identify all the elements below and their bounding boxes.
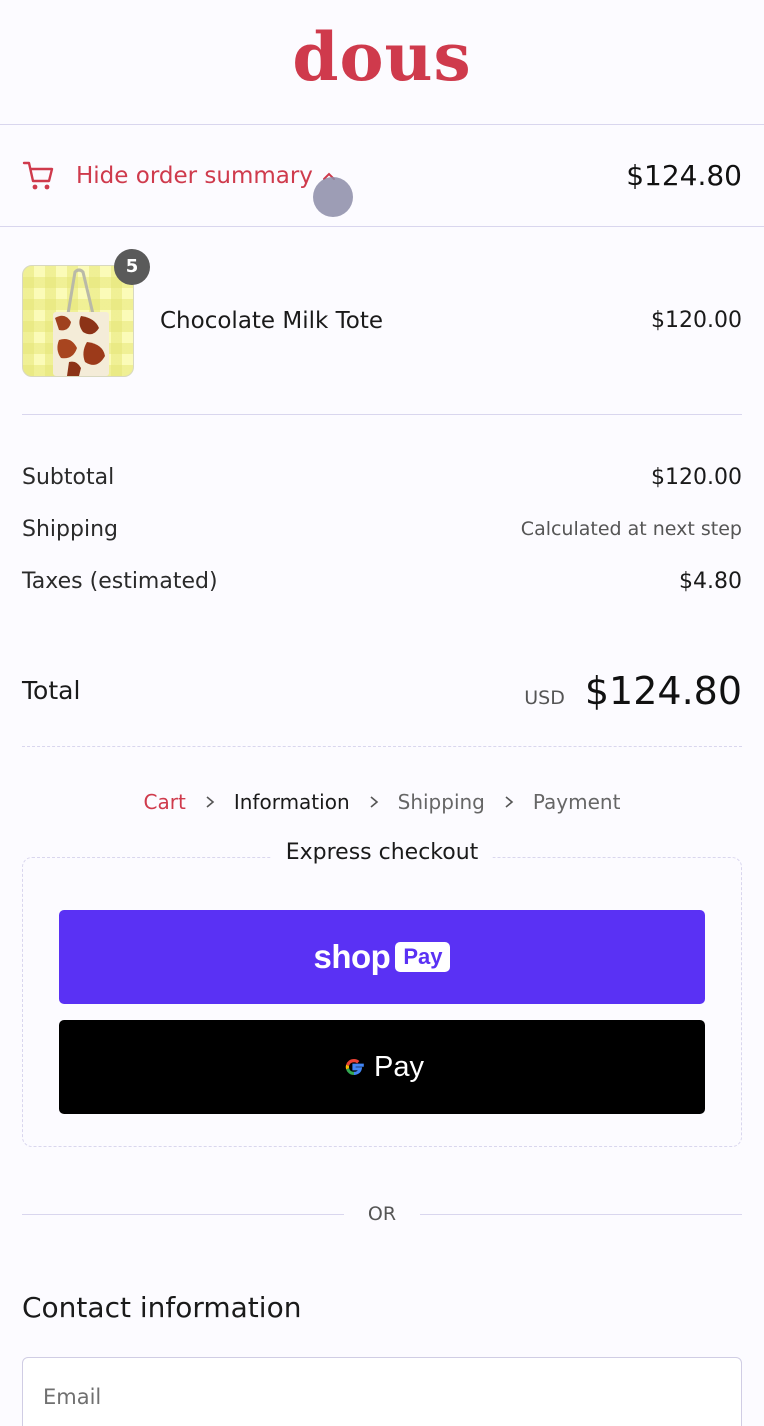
shipping-label: Shipping (22, 516, 118, 542)
product-name: Chocolate Milk Tote (160, 307, 384, 334)
total-amount: $124.80 (584, 668, 742, 713)
shipping-value: Calculated at next step (520, 518, 742, 540)
cart-icon (22, 161, 54, 189)
hide-order-summary-button[interactable]: Hide order summary (22, 159, 337, 193)
cursor-indicator (313, 177, 353, 217)
taxes-value: $4.80 (679, 568, 742, 594)
total-row: Total USD $124.80 (22, 607, 742, 747)
google-g-icon (345, 1058, 364, 1075)
or-divider: OR (22, 1147, 743, 1281)
contact-information-heading: Contact information (22, 1290, 302, 1324)
product-thumbnail-wrap: 5 (22, 248, 150, 377)
total-label: Total (22, 676, 81, 705)
express-checkout-title: Express checkout (271, 840, 493, 865)
product-thumbnail (22, 264, 134, 377)
tote-bag-image (53, 268, 109, 376)
subtotal-row: Subtotal $120.00 (22, 451, 742, 503)
cost-breakdown: Subtotal $120.00 Shipping Calculated at … (22, 415, 742, 607)
chevron-right-icon (206, 796, 215, 808)
taxes-row: Taxes (estimated) $4.80 (22, 555, 742, 607)
total-amount-group: USD $124.80 (524, 669, 742, 713)
email-field[interactable] (22, 1357, 742, 1426)
chevron-right-icon (370, 796, 378, 808)
currency-code: USD (524, 686, 565, 709)
taxes-label: Taxes (estimated) (22, 568, 218, 594)
line-item: 5 Chocolate Milk Tote $120.00 (22, 227, 742, 415)
google-pay-button[interactable]: Pay (59, 1020, 705, 1114)
or-text: OR (367, 1203, 397, 1225)
express-checkout: Express checkout shop Pay Pay (22, 840, 742, 1147)
quantity-badge: 5 (114, 248, 150, 285)
google-pay-label: Pay (374, 1050, 424, 1083)
toggle-label: Hide order summary (76, 162, 313, 189)
chevron-right-icon (505, 796, 514, 808)
divider-line (22, 1213, 344, 1215)
brand-logo[interactable]: dous (292, 24, 471, 90)
breadcrumb-information: Information (233, 790, 350, 814)
breadcrumb-cart[interactable]: Cart (144, 790, 186, 814)
shop-pay-badge: Pay (395, 942, 451, 972)
breadcrumb-shipping: Shipping (397, 790, 485, 814)
shop-pay-logo: shop (313, 938, 391, 975)
header: dous (0, 0, 764, 125)
subtotal-value: $120.00 (651, 464, 742, 490)
order-summary-toggle[interactable]: Hide order summary $124.80 (0, 125, 764, 227)
breadcrumb-payment: Payment (532, 790, 621, 814)
shop-pay-button[interactable]: shop Pay (59, 910, 705, 1004)
product-price: $120.00 (651, 308, 742, 333)
divider-line (420, 1213, 743, 1215)
summary-total: $124.80 (626, 159, 742, 192)
subtotal-label: Subtotal (22, 464, 115, 490)
shipping-row: Shipping Calculated at next step (22, 503, 742, 555)
